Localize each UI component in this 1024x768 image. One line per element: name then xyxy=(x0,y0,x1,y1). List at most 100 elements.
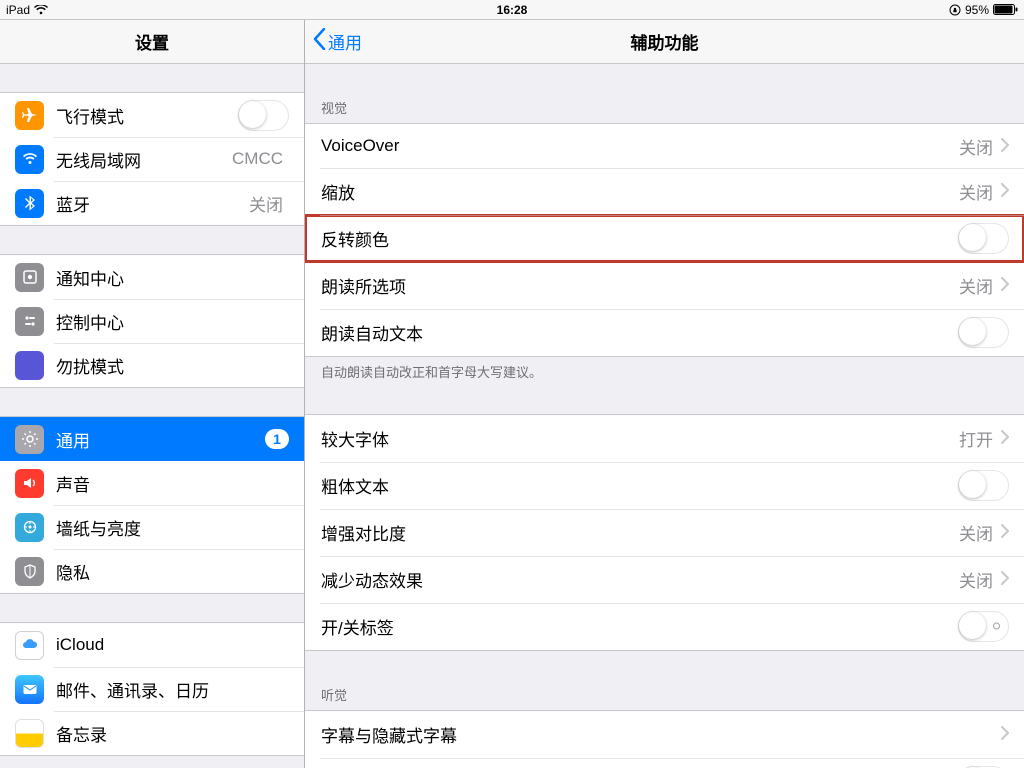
icloud-icon xyxy=(15,631,44,660)
chevron-right-icon xyxy=(1001,181,1009,202)
detail-pane[interactable]: 通用 辅助功能 视觉VoiceOver关闭缩放关闭反转颜色朗读所选项关闭朗读自动… xyxy=(305,20,1024,768)
invert-toggle[interactable] xyxy=(958,223,1009,254)
section-footer: 自动朗读自动改正和首字母大写建议。 xyxy=(305,357,1024,386)
label: iCloud xyxy=(56,635,289,655)
sidebar-group-network: 飞行模式 无线局域网 CMCC 蓝牙 关闭 xyxy=(0,92,304,226)
row-zoom[interactable]: 缩放关闭 xyxy=(305,168,1024,215)
detail-section-0: 视觉VoiceOver关闭缩放关闭反转颜色朗读所选项关闭朗读自动文本自动朗读自动… xyxy=(305,92,1024,386)
airplane-toggle[interactable] xyxy=(238,100,289,131)
device-label: iPad xyxy=(6,3,30,17)
row-speak-selection[interactable]: 朗读所选项关闭 xyxy=(305,262,1024,309)
row-voiceover[interactable]: VoiceOver关闭 xyxy=(305,124,1024,168)
general-icon xyxy=(15,425,44,454)
chevron-right-icon xyxy=(1001,522,1009,543)
label: 无线局域网 xyxy=(56,147,232,172)
notes-icon xyxy=(15,719,44,748)
wifi-icon xyxy=(15,145,44,174)
bold-text-toggle[interactable] xyxy=(958,470,1009,501)
sidebar-item-dnd[interactable]: 勿扰模式 xyxy=(0,343,304,387)
orientation-lock-icon xyxy=(949,4,961,16)
row-subtitles[interactable]: 字幕与隐藏式字幕 xyxy=(305,711,1024,758)
bt-value: 关闭 xyxy=(249,191,283,216)
detail-section-1: 较大字体打开粗体文本增强对比度关闭减少动态效果关闭开/关标签 xyxy=(305,414,1024,651)
sidebar-item-controlcenter[interactable]: 控制中心 xyxy=(0,299,304,343)
sounds-icon xyxy=(15,469,44,498)
wifi-icon xyxy=(34,5,48,15)
row-label: 缩放 xyxy=(321,168,959,215)
airplane-icon xyxy=(15,101,44,130)
battery-icon xyxy=(993,4,1018,15)
sidebar-item-airplane[interactable]: 飞行模式 xyxy=(0,93,304,137)
row-label: VoiceOver xyxy=(321,125,959,167)
label: 蓝牙 xyxy=(56,191,249,216)
settings-sidebar[interactable]: 设置 飞行模式 无线局域网 CMCC xyxy=(0,20,305,768)
sidebar-group-accounts: iCloud 邮件、通讯录、日历 备忘录 xyxy=(0,622,304,756)
label: 墙纸与亮度 xyxy=(56,515,289,540)
row-larger-text[interactable]: 较大字体打开 xyxy=(305,415,1024,462)
row-label: 较大字体 xyxy=(321,415,959,462)
chevron-left-icon xyxy=(313,28,326,55)
sidebar-item-sounds[interactable]: 声音 xyxy=(0,461,304,505)
sidebar-item-wifi[interactable]: 无线局域网 CMCC xyxy=(0,137,304,181)
row-label: 单声道音频 xyxy=(321,758,958,768)
row-value: 关闭 xyxy=(959,134,993,159)
label: 邮件、通讯录、日历 xyxy=(56,677,289,702)
sidebar-item-notifications[interactable]: 通知中心 xyxy=(0,255,304,299)
row-onoff-labels[interactable]: 开/关标签 xyxy=(305,603,1024,650)
row-value: 打开 xyxy=(959,426,993,451)
sidebar-group-device: 通用 1 声音 墙纸与亮度 xyxy=(0,416,304,594)
label: 控制中心 xyxy=(56,309,289,334)
battery-pct: 95% xyxy=(965,3,989,17)
sidebar-item-privacy[interactable]: 隐私 xyxy=(0,549,304,593)
chevron-right-icon xyxy=(1001,428,1009,449)
detail-section-2: 听觉字幕与隐藏式字幕单声道音频 xyxy=(305,679,1024,768)
chevron-right-icon xyxy=(1001,136,1009,157)
section-header: 听觉 xyxy=(305,679,1024,710)
sidebar-group-centers: 通知中心 控制中心 勿扰模式 xyxy=(0,254,304,388)
row-label: 开/关标签 xyxy=(321,603,958,650)
section-header: 视觉 xyxy=(305,92,1024,123)
label: 声音 xyxy=(56,471,289,496)
bluetooth-icon xyxy=(15,189,44,218)
row-label: 字幕与隐藏式字幕 xyxy=(321,711,999,758)
label: 备忘录 xyxy=(56,721,289,746)
mail-icon xyxy=(15,675,44,704)
status-left: iPad xyxy=(6,3,48,17)
row-reduce-motion[interactable]: 减少动态效果关闭 xyxy=(305,556,1024,603)
row-label: 朗读所选项 xyxy=(321,262,959,309)
sidebar-item-bluetooth[interactable]: 蓝牙 关闭 xyxy=(0,181,304,225)
sidebar-item-general[interactable]: 通用 1 xyxy=(0,417,304,461)
back-button[interactable]: 通用 xyxy=(313,28,362,55)
chevron-right-icon xyxy=(1001,569,1009,590)
sidebar-item-wallpaper[interactable]: 墙纸与亮度 xyxy=(0,505,304,549)
row-contrast[interactable]: 增强对比度关闭 xyxy=(305,509,1024,556)
chevron-right-icon xyxy=(1001,275,1009,296)
general-badge: 1 xyxy=(265,429,289,449)
sidebar-item-icloud[interactable]: iCloud xyxy=(0,623,304,667)
status-bar: iPad 16:28 95% xyxy=(0,0,1024,20)
row-value: 关闭 xyxy=(959,520,993,545)
row-speak-autotext[interactable]: 朗读自动文本 xyxy=(305,309,1024,356)
row-bold-text[interactable]: 粗体文本 xyxy=(305,462,1024,509)
sidebar-item-notes[interactable]: 备忘录 xyxy=(0,711,304,755)
label: 飞行模式 xyxy=(56,103,238,128)
detail-header: 通用 辅助功能 xyxy=(305,20,1024,64)
wifi-value: CMCC xyxy=(232,149,283,169)
speak-autotext-toggle[interactable] xyxy=(958,317,1009,348)
row-value: 关闭 xyxy=(959,179,993,204)
dnd-icon xyxy=(15,351,44,380)
row-label: 增强对比度 xyxy=(321,509,959,556)
notifications-icon xyxy=(15,263,44,292)
sidebar-item-mail[interactable]: 邮件、通讯录、日历 xyxy=(0,667,304,711)
row-invert[interactable]: 反转颜色 xyxy=(305,215,1024,262)
status-right: 95% xyxy=(949,3,1018,17)
row-label: 粗体文本 xyxy=(321,462,958,509)
onoff-labels-toggle[interactable] xyxy=(958,611,1009,642)
row-value: 关闭 xyxy=(959,273,993,298)
sidebar-header: 设置 xyxy=(0,20,304,64)
row-label: 朗读自动文本 xyxy=(321,309,958,356)
row-mono-audio[interactable]: 单声道音频 xyxy=(305,758,1024,768)
label: 通知中心 xyxy=(56,265,289,290)
back-label: 通用 xyxy=(328,29,362,54)
sidebar-title: 设置 xyxy=(135,29,169,54)
